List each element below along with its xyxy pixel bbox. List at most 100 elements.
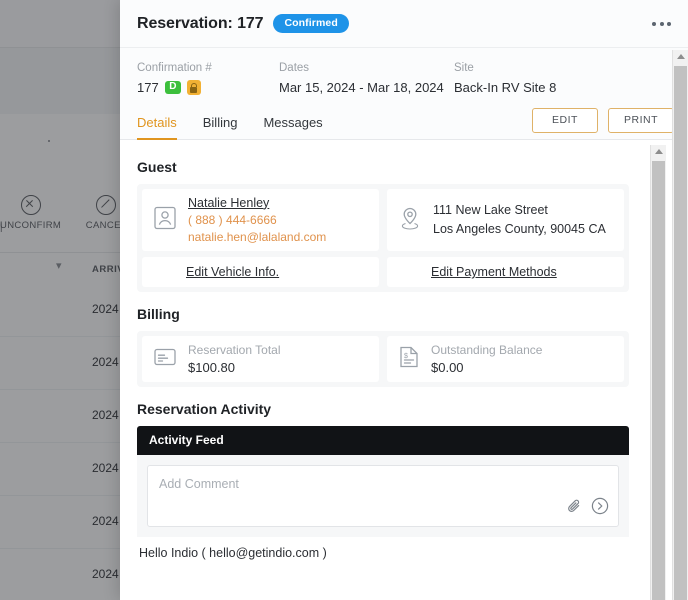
table-cell-arrival: 2024 xyxy=(92,567,119,581)
summary-site: Site Back-In RV Site 8 xyxy=(454,62,634,95)
table-row[interactable]: 2024 xyxy=(0,443,135,496)
activity-feed: Activity Feed Add Comment Hello Indio (… xyxy=(137,426,629,560)
activity-section-title: Reservation Activity xyxy=(137,401,272,417)
background-unconfirm-button[interactable]: UNCONFIRM xyxy=(0,195,61,231)
background-action-bar: UNCONFIRM CANCEL xyxy=(0,195,135,231)
page-title: Reservation: 177 xyxy=(137,14,264,32)
summary-confirmation-label: Confirmation # xyxy=(137,62,212,74)
table-row[interactable]: 2024 xyxy=(0,337,135,390)
guest-info-row: Natalie Henley ( 888 ) 444-6666 natalie.… xyxy=(142,189,624,251)
billing-panel: Reservation Total $100.80 $ Outstanding … xyxy=(137,331,629,387)
guest-panel: Natalie Henley ( 888 ) 444-6666 natalie.… xyxy=(137,184,629,292)
circle-slash-icon xyxy=(96,195,117,215)
tab-billing[interactable]: Billing xyxy=(203,115,238,139)
credit-card-icon xyxy=(154,348,176,371)
activity-feed-header: Activity Feed xyxy=(137,426,629,455)
outstanding-balance-value: $0.00 xyxy=(431,359,464,375)
paperclip-icon[interactable] xyxy=(566,498,583,520)
activity-entry: Hello Indio ( hello@getindio.com ) xyxy=(137,537,629,560)
edit-payment-card[interactable]: Edit Payment Methods xyxy=(387,257,624,287)
background-toolbar xyxy=(0,0,135,48)
table-row[interactable]: 2024 xyxy=(0,496,135,549)
add-comment-box[interactable]: Add Comment xyxy=(147,465,619,527)
table-cell-arrival: 2024 xyxy=(92,408,119,422)
sort-icon[interactable]: ▾ xyxy=(56,261,62,272)
tab-action-buttons: EDIT PRINT xyxy=(532,108,674,133)
status-badge: Confirmed xyxy=(273,13,349,34)
guest-section-title: Guest xyxy=(137,159,177,175)
guest-phone[interactable]: ( 888 ) 444-6666 xyxy=(188,212,326,229)
inner-scrollbar-thumb[interactable] xyxy=(652,161,665,600)
background-table-header: ▾ ARRIV xyxy=(0,261,135,283)
summary-confirmation: Confirmation # 177 D xyxy=(137,62,279,95)
edit-payment-link[interactable]: Edit Payment Methods xyxy=(431,265,557,279)
svg-text:$: $ xyxy=(404,353,408,360)
activity-entry-title: Hello Indio ( hello@getindio.com ) xyxy=(139,546,327,560)
summary-site-label: Site xyxy=(454,62,474,74)
inner-scrollbar[interactable] xyxy=(650,145,666,600)
table-row[interactable]: 2024 xyxy=(0,549,135,600)
print-button[interactable]: PRINT xyxy=(608,108,674,133)
reservation-total-card: Reservation Total $100.80 xyxy=(142,336,379,382)
invoice-icon: $ xyxy=(399,346,419,373)
outstanding-balance-card: $ Outstanding Balance $0.00 xyxy=(387,336,624,382)
guest-address-text: 111 New Lake Street Los Angeles County, … xyxy=(433,201,606,239)
background-marker-dot xyxy=(48,140,50,142)
edit-button[interactable]: EDIT xyxy=(532,108,598,133)
page-scrollbar[interactable] xyxy=(672,50,688,600)
summary-dates-label: Dates xyxy=(279,62,310,74)
background-table-rows: 2024 2024 2024 2024 2024 2024 xyxy=(0,284,135,600)
comment-tools xyxy=(566,497,609,520)
reservation-detail-modal: Reservation: 177 Confirmed Confirmation … xyxy=(120,0,688,600)
background-filter-band xyxy=(0,48,135,114)
table-cell-arrival: 2024 xyxy=(92,302,119,316)
background-divider xyxy=(0,252,135,253)
table-cell-arrival: 2024 xyxy=(92,355,119,369)
tab-messages[interactable]: Messages xyxy=(263,115,322,139)
reservation-total-label: Reservation Total xyxy=(188,342,281,357)
reservation-total-text: Reservation Total $100.80 xyxy=(188,341,281,378)
guest-contact-card: Natalie Henley ( 888 ) 444-6666 natalie.… xyxy=(142,189,379,251)
guest-contact-text: Natalie Henley ( 888 ) 444-6666 natalie.… xyxy=(188,194,326,247)
tab-details[interactable]: Details xyxy=(137,115,177,140)
billing-row: Reservation Total $100.80 $ Outstanding … xyxy=(142,336,624,382)
guest-address-line1: 111 New Lake Street xyxy=(433,203,548,218)
confirmation-number: 177 xyxy=(137,80,159,95)
lock-icon xyxy=(186,80,201,95)
page-scrollbar-thumb[interactable] xyxy=(674,66,687,600)
modal-header: Reservation: 177 Confirmed xyxy=(120,0,688,48)
guest-address-line2: Los Angeles County, 90045 CA xyxy=(433,222,606,236)
guest-address-card: 111 New Lake Street Los Angeles County, … xyxy=(387,189,624,251)
guest-links-row: Edit Vehicle Info. Edit Payment Methods xyxy=(142,257,624,287)
send-arrow-icon[interactable] xyxy=(591,497,609,520)
table-cell-arrival: 2024 xyxy=(92,461,119,475)
outstanding-balance-label: Outstanding Balance xyxy=(431,342,543,357)
scroll-up-arrow-icon[interactable] xyxy=(654,149,663,154)
deposit-badge: D xyxy=(164,80,181,95)
circle-x-icon xyxy=(20,195,41,215)
edit-vehicle-card[interactable]: Edit Vehicle Info. xyxy=(142,257,379,287)
reservation-total-value: $100.80 xyxy=(188,359,235,375)
page-scroll-up-arrow-icon[interactable] xyxy=(676,54,685,59)
modal-tabs: Details Billing Messages EDIT PRINT xyxy=(120,105,688,140)
more-options-icon[interactable] xyxy=(652,21,671,26)
summary-site-value: Back-In RV Site 8 xyxy=(454,80,557,95)
summary-dates-value: Mar 15, 2024 - Mar 18, 2024 xyxy=(279,80,444,95)
screen-root: | UNCONFIRM CANCEL ▾ ARRIV 2024 2024 202… xyxy=(0,0,688,600)
activity-feed-body: Add Comment xyxy=(137,455,629,537)
summary-dates: Dates Mar 15, 2024 - Mar 18, 2024 xyxy=(279,62,454,95)
add-comment-placeholder: Add Comment xyxy=(159,477,239,491)
person-card-icon xyxy=(154,206,176,235)
summary-confirmation-value: 177 D xyxy=(137,80,279,95)
background-unconfirm-label: UNCONFIRM xyxy=(0,220,62,231)
guest-email[interactable]: natalie.hen@lalaland.com xyxy=(188,229,326,246)
guest-name-link[interactable]: Natalie Henley xyxy=(188,194,326,212)
map-pin-icon xyxy=(399,206,421,235)
edit-vehicle-link[interactable]: Edit Vehicle Info. xyxy=(186,265,279,279)
modal-scroll-body: Guest Natalie Henley ( 888) 444-6666 na… xyxy=(120,145,650,600)
outstanding-balance-text: Outstanding Balance $0.00 xyxy=(431,341,542,378)
table-row[interactable]: 2024 xyxy=(0,284,135,337)
table-cell-arrival: 2024 xyxy=(92,514,119,528)
reservation-summary: Confirmation # 177 D Dates Mar 15, 2024 … xyxy=(120,48,688,105)
table-row[interactable]: 2024 xyxy=(0,390,135,443)
